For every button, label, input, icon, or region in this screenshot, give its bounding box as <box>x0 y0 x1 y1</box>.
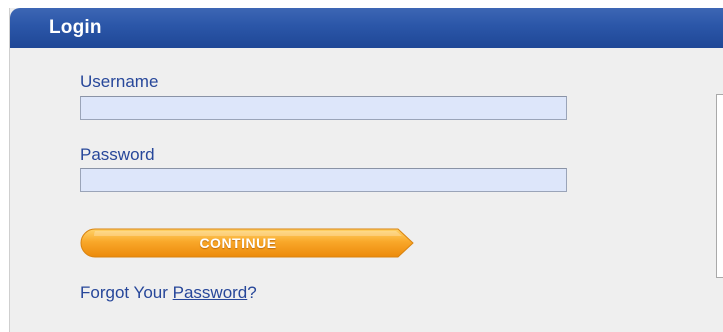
side-content-box <box>716 94 723 278</box>
forgot-password-line: Forgot Your Password? <box>80 283 257 303</box>
password-input[interactable] <box>80 168 567 192</box>
username-label: Username <box>80 72 159 91</box>
continue-button[interactable]: CONTINUE <box>80 228 414 258</box>
forgot-prefix: Forgot Your <box>80 283 173 302</box>
forgot-suffix: ? <box>247 283 257 302</box>
username-input[interactable] <box>80 96 567 120</box>
password-label: Password <box>80 145 155 164</box>
login-panel: Login Username Password CONTINUE Forgot … <box>9 8 723 332</box>
panel-title: Login <box>49 17 102 38</box>
forgot-password-link[interactable]: Password <box>173 283 248 302</box>
continue-button-label: CONTINUE <box>199 235 277 251</box>
panel-header: Login <box>10 8 723 48</box>
